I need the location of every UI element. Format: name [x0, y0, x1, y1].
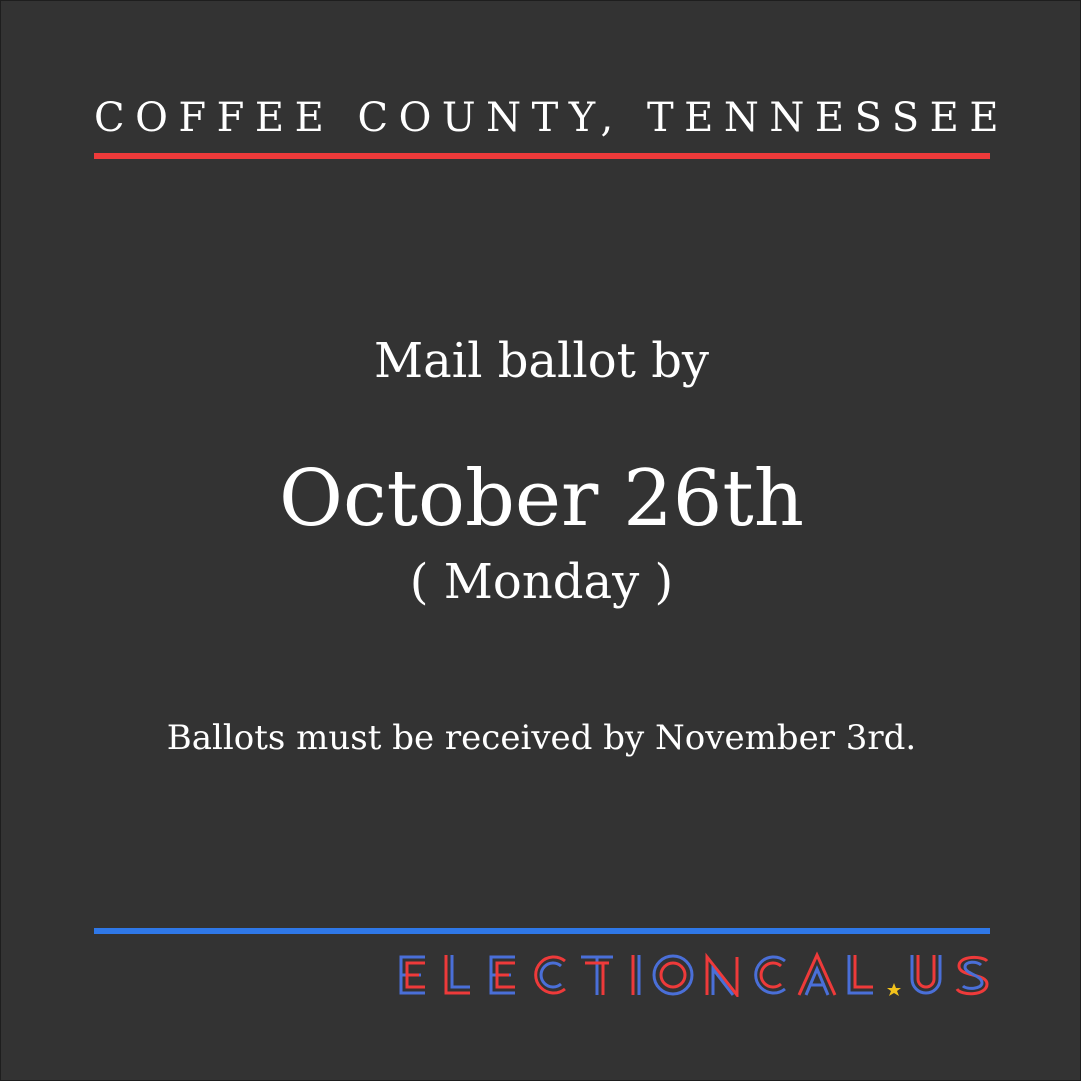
deadline-weekday: ( Monday ) [409, 554, 674, 610]
deadline-date: October 26th [279, 454, 804, 544]
blue-divider [94, 928, 990, 934]
received-by-note: Ballots must be received by November 3rd… [166, 718, 917, 758]
mail-ballot-label: Mail ballot by [373, 333, 710, 389]
electioncal-logo [399, 951, 989, 997]
red-divider [94, 153, 990, 159]
graphic-card: COFFEE COUNTY, TENNESSEE Mail ballot by … [0, 0, 1081, 1081]
county-title: COFFEE COUNTY, TENNESSEE [94, 95, 1010, 141]
star-icon [887, 983, 901, 996]
